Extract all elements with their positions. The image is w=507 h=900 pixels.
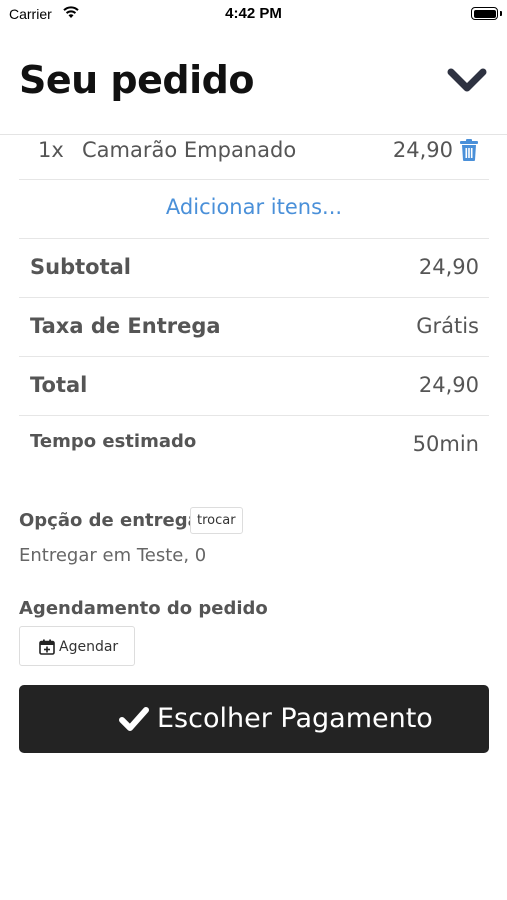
schedule-button-label: Agendar — [59, 639, 119, 655]
schedule-button[interactable]: Agendar — [19, 626, 135, 666]
header-divider — [0, 134, 507, 135]
page-title: Seu pedido — [19, 58, 254, 102]
clock: 4:42 PM — [225, 5, 282, 22]
total-value: 24,90 — [418, 373, 479, 397]
total-label: Total — [30, 373, 88, 397]
subtotal-value: 24,90 — [418, 255, 479, 279]
battery-cap — [500, 11, 502, 16]
eta-label: Tempo estimado — [30, 431, 197, 452]
cart-item-row: 1x Camarão Empanado 24,90 — [19, 136, 489, 180]
calendar-plus-icon — [39, 639, 55, 655]
add-items-link[interactable]: Adicionar itens... — [166, 195, 342, 219]
item-price: 24,90 — [392, 138, 453, 162]
total-row: Total 24,90 — [19, 357, 489, 416]
item-quantity: 1x — [38, 138, 64, 162]
eta-row: Tempo estimado 50min — [19, 416, 489, 476]
subtotal-row: Subtotal 24,90 — [19, 239, 489, 298]
delivery-fee-label: Taxa de Entrega — [30, 314, 221, 338]
trash-icon[interactable] — [458, 138, 480, 162]
delivery-option-label: Opção de entrega — [19, 510, 200, 531]
add-items-row: Adicionar itens... — [19, 180, 489, 239]
choose-payment-button[interactable]: Escolher Pagamento — [19, 685, 489, 753]
chevron-down-icon[interactable] — [447, 67, 487, 97]
choose-payment-label: Escolher Pagamento — [157, 703, 433, 734]
status-bar: Carrier 4:42 PM — [0, 0, 507, 28]
delivery-fee-value: Grátis — [416, 314, 479, 338]
battery-icon — [471, 7, 498, 20]
scheduling-label: Agendamento do pedido — [19, 598, 268, 619]
eta-value: 50min — [412, 432, 479, 456]
delivery-address: Entregar em Teste, 0 — [19, 545, 207, 566]
delivery-fee-row: Taxa de Entrega Grátis — [19, 298, 489, 357]
item-name: Camarão Empanado — [82, 138, 297, 162]
subtotal-label: Subtotal — [30, 255, 131, 279]
swap-delivery-button[interactable]: trocar — [190, 507, 243, 534]
check-icon — [119, 707, 149, 731]
